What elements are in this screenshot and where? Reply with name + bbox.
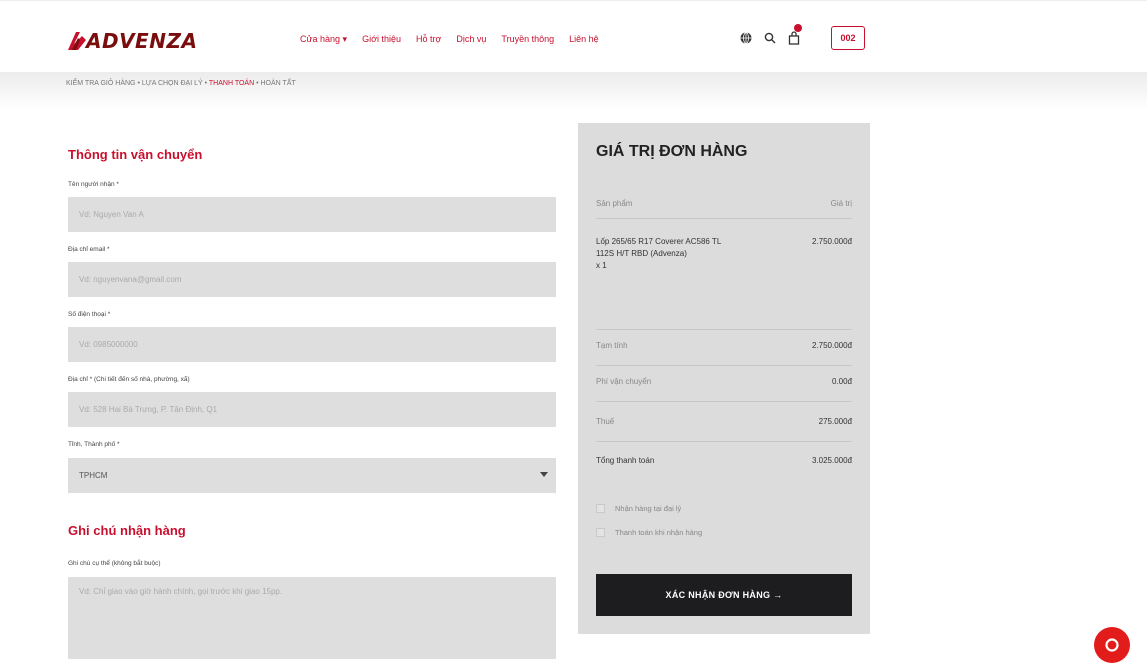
chat-button[interactable] — [1094, 627, 1130, 663]
note-label: Ghi chú cụ thể (không bắt buộc) — [68, 560, 161, 567]
divider — [596, 218, 852, 219]
product-name: Lốp 265/65 R17 Coverer AC586 TL 112S H/T… — [596, 237, 721, 258]
cart-badge — [794, 24, 802, 32]
divider — [596, 365, 852, 366]
shipping-fee-label: Phí vận chuyển — [596, 377, 652, 386]
divider — [596, 329, 852, 330]
confirm-order-button[interactable]: XÁC NHẬN ĐƠN HÀNG → — [596, 574, 852, 616]
subtotal-label: Tạm tính — [596, 341, 628, 350]
breadcrumb-step-dealer[interactable]: LỰA CHỌN ĐẠI LÝ • — [142, 80, 207, 87]
product-qty: x 1 — [596, 261, 607, 270]
option-pickup-at-dealer[interactable]: Nhận hàng tại đại lý — [596, 504, 681, 513]
order-summary-title: GIÁ TRỊ ĐƠN HÀNG — [596, 143, 748, 160]
note-textarea[interactable]: Vd: Chỉ giao vào giờ hành chính, gọi trư… — [68, 577, 556, 659]
phone-label: Số điện thoại * — [68, 311, 111, 318]
nav-item-media[interactable]: Truyền thông — [501, 34, 554, 45]
divider — [596, 441, 852, 442]
breadcrumb-band — [0, 72, 1147, 110]
breadcrumb-step-payment: THANH TOÁN — [208, 80, 255, 87]
search-icon[interactable] — [764, 31, 778, 45]
header-icons — [740, 24, 812, 45]
note-section-title: Ghi chú nhận hàng — [68, 523, 186, 538]
recipient-name-label: Tên người nhận * — [68, 181, 119, 188]
nav-item-shop[interactable]: Cửa hàng ▾ — [300, 34, 347, 45]
total-row: Tổng thanh toán 3.025.000đ — [596, 456, 852, 465]
phone-input[interactable]: Vd: 0985000000 — [68, 327, 556, 362]
nav-item-support[interactable]: Hỗ trợ — [416, 34, 441, 45]
breadcrumb-step-cart[interactable]: KIỂM TRA GIỎ HÀNG • — [66, 80, 140, 87]
breadcrumb-step-complete: • HOÀN TẤT — [256, 80, 296, 87]
cod-label: Thanh toán khi nhận hàng — [615, 528, 703, 537]
cart-icon[interactable] — [788, 24, 802, 45]
shipping-fee-row: Phí vận chuyển 0.00đ — [596, 377, 852, 386]
col-product-header: Sản phẩm — [596, 199, 633, 208]
address-input[interactable]: Vd: 528 Hai Bà Trưng, P. Tân Định, Q1 — [68, 392, 556, 427]
order-summary-panel: GIÁ TRỊ ĐƠN HÀNG Sản phẩm Giá trị Lốp 26… — [578, 123, 870, 634]
tax-value: 275.000đ — [818, 417, 852, 426]
option-cod[interactable]: Thanh toán khi nhận hàng — [596, 528, 702, 537]
recipient-name-input[interactable]: Vd: Nguyen Van A — [68, 197, 556, 232]
province-select[interactable]: TPHCM — [68, 458, 556, 493]
subtotal-row: Tạm tính 2.750.000đ — [596, 341, 852, 350]
breadcrumb: KIỂM TRA GIỎ HÀNG • LỰA CHỌN ĐẠI LÝ • TH… — [66, 80, 296, 87]
nav-item-contact[interactable]: Liên hệ — [569, 34, 599, 45]
address-label: Địa chỉ * (Chi tiết đến số nhà, phường, … — [68, 376, 190, 383]
chat-icon — [1105, 638, 1119, 652]
brand-logo[interactable]: ADVENZA — [66, 28, 197, 54]
cod-radio[interactable] — [596, 528, 605, 537]
brand-name: ADVENZA — [86, 29, 198, 53]
site-header: ADVENZA Cửa hàng ▾ Giới thiệu Hỗ trợ Dịc… — [0, 0, 1147, 72]
email-input[interactable]: Vd: nguyenvana@gmail.com — [68, 262, 556, 297]
nav-item-services[interactable]: Dịch vụ — [456, 34, 486, 45]
email-label: Địa chỉ email * — [68, 246, 110, 253]
logo-mark-icon — [66, 30, 88, 52]
shipping-section-title: Thông tin vận chuyển — [68, 147, 203, 162]
nav-item-about[interactable]: Giới thiệu — [362, 34, 401, 45]
order-line-item: Lốp 265/65 R17 Coverer AC586 TL 112S H/T… — [596, 236, 852, 272]
globe-icon[interactable] — [740, 31, 754, 45]
main-nav: Cửa hàng ▾ Giới thiệu Hỗ trợ Dịch vụ Tru… — [300, 34, 614, 45]
summary-header-row: Sản phẩm Giá trị — [596, 199, 852, 208]
tax-row: Thuế 275.000đ — [596, 417, 852, 426]
pickup-radio[interactable] — [596, 504, 605, 513]
subtotal-value: 2.750.000đ — [811, 341, 852, 350]
total-value: 3.025.000đ — [811, 456, 852, 465]
chevron-down-icon — [540, 472, 548, 477]
tax-label: Thuế — [596, 417, 615, 426]
header-code-button[interactable]: 002 — [831, 26, 865, 50]
total-label: Tổng thanh toán — [596, 456, 655, 465]
product-price: 2.750.000đ — [811, 237, 852, 246]
province-label: Tỉnh, Thành phố * — [68, 441, 120, 448]
shipping-fee-value: 0.00đ — [831, 377, 852, 386]
pickup-label: Nhận hàng tại đại lý — [615, 504, 682, 513]
province-select-value: TPHCM — [79, 471, 108, 480]
divider — [596, 401, 852, 402]
col-price-header: Giá trị — [830, 199, 852, 208]
